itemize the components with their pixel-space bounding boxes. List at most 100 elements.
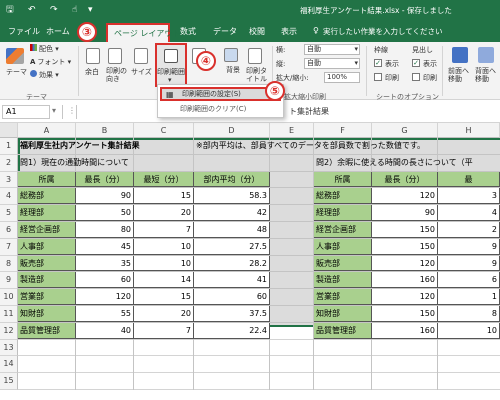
table2-header-cell[interactable]: 所属 xyxy=(314,171,372,188)
print-titles-icon[interactable] xyxy=(248,48,262,64)
col-header-C[interactable]: C xyxy=(134,123,194,138)
print-titles-label[interactable]: 印刷タイトル xyxy=(246,67,268,83)
table1-value-cell[interactable]: 22.4 xyxy=(194,322,270,339)
col-header-A[interactable]: A xyxy=(18,123,76,138)
question1-cell[interactable]: 問1）現在の通勤時間について xyxy=(18,155,131,171)
orientation-label[interactable]: 印刷の向き xyxy=(106,67,128,83)
table1-value-cell[interactable]: 48 xyxy=(194,222,270,238)
table1-dept-cell[interactable]: 営業部 xyxy=(18,289,76,305)
table1-dept-cell[interactable]: 製造部 xyxy=(18,272,76,289)
table1-value-cell[interactable]: 15 xyxy=(134,188,194,205)
table2-dept-cell[interactable]: 経営企画部 xyxy=(314,222,372,238)
table1-value-cell[interactable]: 40 xyxy=(76,322,134,339)
table1-value-cell[interactable]: 27.5 xyxy=(194,238,270,255)
colors-button[interactable]: 配色 ▾ xyxy=(30,44,59,54)
row-header[interactable]: 9 xyxy=(0,272,18,290)
row-header[interactable]: 12 xyxy=(0,322,18,340)
row-header[interactable]: 5 xyxy=(0,205,18,222)
table2-value-cell[interactable]: 120 xyxy=(372,188,438,205)
table1-dept-cell[interactable]: 総務部 xyxy=(18,188,76,205)
table2-value-cell[interactable]: 9 xyxy=(438,255,500,272)
undo-icon[interactable]: ↶ xyxy=(28,4,36,16)
table2-value-cell[interactable]: 3 xyxy=(438,188,500,205)
table2-dept-cell[interactable]: 販売部 xyxy=(314,255,372,272)
table1-value-cell[interactable]: 90 xyxy=(76,188,134,205)
col-header-G[interactable]: G xyxy=(372,123,438,138)
customize-qat-icon[interactable]: ▾ xyxy=(88,4,93,16)
row-header[interactable]: 6 xyxy=(0,222,18,239)
table1-value-cell[interactable]: 20 xyxy=(134,306,194,322)
table2-value-cell[interactable]: 150 xyxy=(372,222,438,238)
row-header[interactable]: 13 xyxy=(0,339,18,357)
table1-value-cell[interactable]: 60 xyxy=(194,289,270,305)
table1-value-cell[interactable]: 42 xyxy=(194,205,270,221)
table2-value-cell[interactable]: 150 xyxy=(372,306,438,322)
width-dropdown[interactable]: 自動 ▾ xyxy=(304,44,360,55)
col-header-H[interactable]: H xyxy=(438,123,500,138)
formula-input[interactable]: ト集計結果 xyxy=(76,105,498,119)
row-header[interactable]: 2 xyxy=(0,154,18,172)
send-backward-label[interactable]: 背面へ移動 xyxy=(475,67,499,83)
themes-label[interactable]: テーマ xyxy=(6,67,27,77)
table1-value-cell[interactable]: 120 xyxy=(76,289,134,305)
row-header[interactable]: 10 xyxy=(0,289,18,306)
table2-value-cell[interactable]: 120 xyxy=(372,289,438,305)
table2-dept-cell[interactable]: 製造部 xyxy=(314,272,372,289)
tab-formulas[interactable]: 数式 xyxy=(180,26,196,37)
table1-header-cell[interactable]: 最短（分） xyxy=(134,171,194,188)
name-box[interactable]: A1 xyxy=(2,105,50,119)
table1-dept-cell[interactable]: 知財部 xyxy=(18,306,76,322)
table2-value-cell[interactable]: 9 xyxy=(438,238,500,255)
table2-header-cell[interactable]: 最 xyxy=(438,171,500,188)
table2-value-cell[interactable]: 90 xyxy=(372,205,438,221)
margins-icon[interactable] xyxy=(86,48,100,64)
themes-icon[interactable] xyxy=(6,48,24,64)
table2-header-cell[interactable]: 最長（分） xyxy=(372,171,438,188)
table2-value-cell[interactable]: 1 xyxy=(438,289,500,305)
table1-value-cell[interactable]: 50 xyxy=(76,205,134,221)
table2-value-cell[interactable]: 2 xyxy=(438,222,500,238)
size-label[interactable]: サイズ xyxy=(131,67,152,77)
note-cell[interactable]: ※部内平均は、部員すべてのデータを部員数で割った数値です。 xyxy=(194,138,427,154)
row-header[interactable]: 1 xyxy=(0,138,18,155)
table2-dept-cell[interactable]: 営業部 xyxy=(314,289,372,305)
tab-view[interactable]: 表示 xyxy=(281,26,297,37)
table2-dept-cell[interactable]: 人事部 xyxy=(314,238,372,255)
clear-print-area-item[interactable]: 印刷範囲のクリア(C) xyxy=(160,102,281,116)
table2-value-cell[interactable]: 160 xyxy=(372,322,438,339)
background-label[interactable]: 背景 xyxy=(226,65,240,75)
sheet-title-cell[interactable]: 福利厚生社内アンケート集計結果 xyxy=(18,138,142,154)
background-icon[interactable] xyxy=(224,48,238,62)
send-backward-icon[interactable] xyxy=(478,47,494,63)
col-header-D[interactable]: D xyxy=(194,123,270,138)
headings-print-checkbox[interactable] xyxy=(412,73,420,81)
table1-dept-cell[interactable]: 品質管理部 xyxy=(18,322,76,339)
tab-home[interactable]: ホーム xyxy=(46,26,70,37)
bring-forward-label[interactable]: 前面へ移動 xyxy=(448,67,472,83)
table2-value-cell[interactable]: 160 xyxy=(372,272,438,289)
table2-value-cell[interactable]: 10 xyxy=(438,322,500,339)
row-header[interactable]: 7 xyxy=(0,238,18,256)
tab-page-layout[interactable]: ページ レイアウト xyxy=(106,23,180,42)
table1-value-cell[interactable]: 37.5 xyxy=(194,306,270,322)
table1-value-cell[interactable]: 35 xyxy=(76,255,134,272)
table2-value-cell[interactable]: 150 xyxy=(372,238,438,255)
table2-dept-cell[interactable]: 経理部 xyxy=(314,205,372,221)
gridlines-view-checkbox[interactable]: ✓ xyxy=(374,59,382,67)
row-header[interactable]: 3 xyxy=(0,171,18,189)
table1-value-cell[interactable]: 28.2 xyxy=(194,255,270,272)
table2-value-cell[interactable]: 120 xyxy=(372,255,438,272)
table1-dept-cell[interactable]: 経理部 xyxy=(18,205,76,221)
orientation-icon[interactable] xyxy=(108,48,122,64)
table1-value-cell[interactable]: 10 xyxy=(134,238,194,255)
tell-me-box[interactable]: 実行したい作業を入力してください xyxy=(323,26,443,37)
set-print-area-item[interactable]: ▦ 印刷範囲の設定(S) xyxy=(160,87,281,101)
table1-dept-cell[interactable]: 経営企画部 xyxy=(18,222,76,238)
table2-dept-cell[interactable]: 品質管理部 xyxy=(314,322,372,339)
table2-dept-cell[interactable]: 総務部 xyxy=(314,188,372,205)
table1-value-cell[interactable]: 14 xyxy=(134,272,194,289)
tab-review[interactable]: 校閲 xyxy=(249,26,265,37)
table1-value-cell[interactable]: 60 xyxy=(76,272,134,289)
table1-header-cell[interactable]: 所属 xyxy=(18,171,76,188)
table1-value-cell[interactable]: 41 xyxy=(194,272,270,289)
